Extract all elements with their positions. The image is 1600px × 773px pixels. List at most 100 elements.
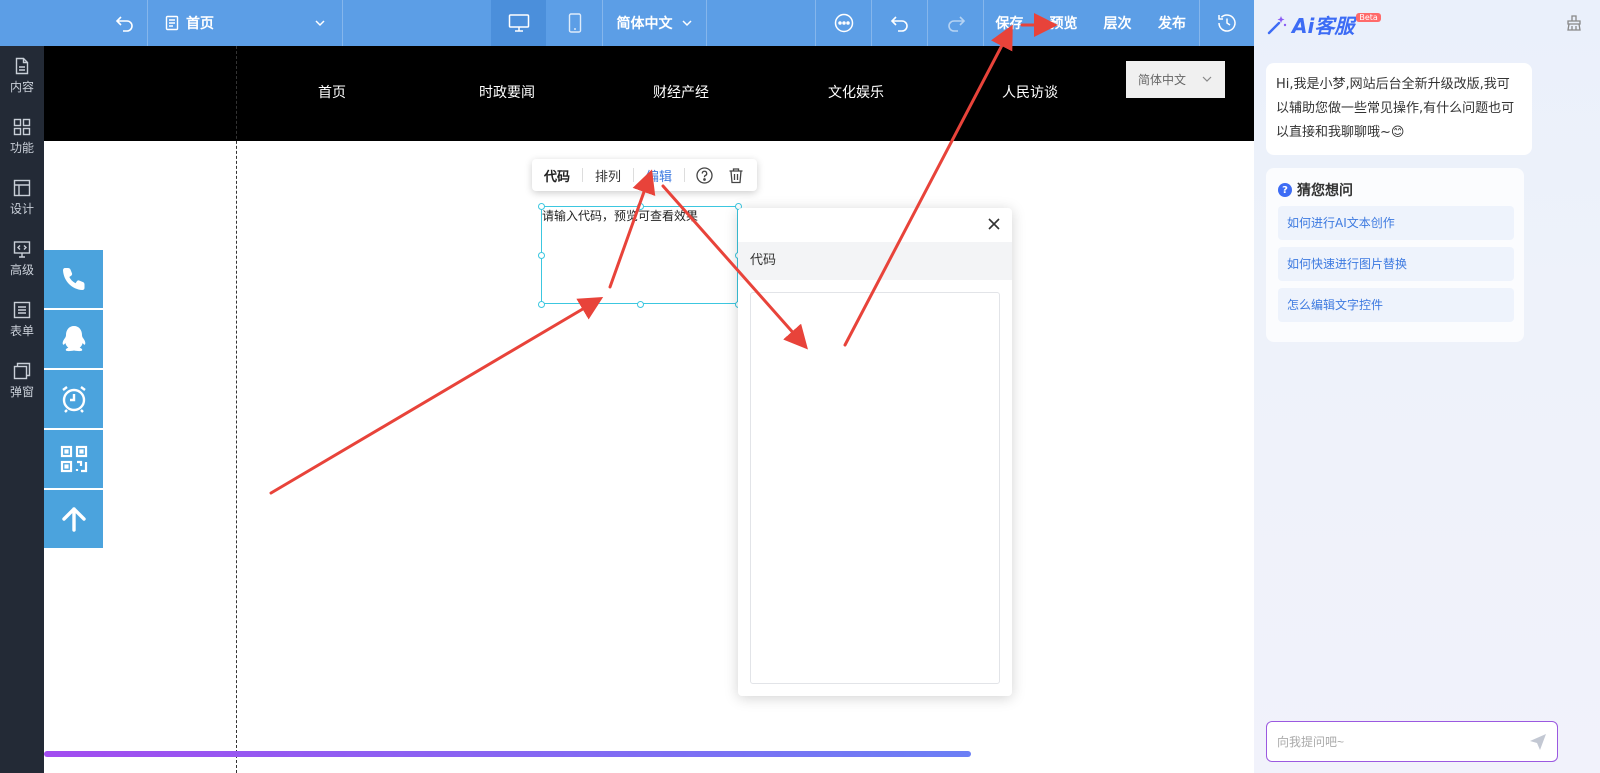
back-button[interactable] (104, 0, 146, 46)
magic-wand-icon (1267, 15, 1287, 34)
ai-brand: Ai客服 (1292, 14, 1355, 38)
sidebar-item-content[interactable]: 内容 (0, 46, 44, 106)
save-label: 保存 (995, 16, 1024, 32)
send-icon (1530, 734, 1546, 750)
ai-logo: Ai客服 Beta (1266, 10, 1381, 39)
preview-label: 预览 (1049, 16, 1078, 32)
layout-guide-line (236, 46, 237, 773)
code-panel-title: 代码 (738, 242, 1012, 280)
suggested-question[interactable]: 如何进行AI文本创作 (1278, 206, 1514, 240)
site-nav-culture[interactable]: 文化娱乐 (828, 82, 884, 102)
arrow-up-icon (61, 507, 86, 532)
history-icon (1218, 14, 1236, 32)
code-element-placeholder: 请输入代码，预览可查看效果 (542, 209, 699, 223)
question-mark-icon: ? (1278, 183, 1292, 197)
site-nav-politics[interactable]: 时政要闻 (479, 82, 535, 102)
document-icon (15, 57, 29, 75)
page-canvas[interactable]: 首页 时政要闻 财经产经 文化娱乐 人民访谈 简体中文 代码 排列 编辑 请输入… (44, 46, 1254, 773)
popup-icon (13, 362, 31, 380)
layout-icon (13, 179, 31, 197)
float-phone-button[interactable] (44, 250, 103, 308)
float-top-button[interactable] (44, 490, 103, 548)
preview-button[interactable]: 预览 (1037, 0, 1090, 46)
resize-handle[interactable] (637, 203, 644, 210)
site-nav-interviews[interactable]: 人民访谈 (1002, 82, 1058, 102)
trash-icon (729, 167, 743, 183)
left-sidebar: 内容 功能 设计 高级 表单 弹窗 (0, 46, 44, 773)
horizontal-scrollbar[interactable] (44, 751, 971, 757)
ai-assistant-panel: Ai客服 Beta Hi,我是小梦,网站后台全新升级改版,我可以辅助您做一些常见… (1254, 0, 1600, 773)
sidebar-item-functions[interactable]: 功能 (0, 107, 44, 167)
mobile-icon (568, 13, 581, 33)
qq-penguin-icon (62, 326, 85, 352)
suggested-question[interactable]: 怎么编辑文字控件 (1278, 288, 1514, 322)
chevron-down-icon (315, 20, 325, 27)
desktop-view-button[interactable] (491, 0, 546, 46)
page-selector[interactable]: 首页 (148, 0, 342, 46)
page-selector-label: 首页 (186, 16, 214, 32)
tab-edit[interactable]: 编辑 (646, 159, 672, 191)
code-element[interactable]: 请输入代码，预览可查看效果 (538, 203, 742, 308)
float-clock-button[interactable] (44, 370, 103, 428)
float-qrcode-button[interactable] (44, 430, 103, 488)
chevron-down-icon (681, 20, 692, 27)
more-button[interactable] (816, 0, 871, 46)
site-language-label: 简体中文 (1138, 73, 1187, 87)
resize-handle[interactable] (538, 301, 545, 308)
close-button[interactable] (988, 218, 1000, 234)
layers-button[interactable]: 层次 (1091, 0, 1144, 46)
sidebar-item-label: 表单 (9, 324, 34, 338)
resize-handle[interactable] (637, 301, 644, 308)
undo-icon (890, 16, 908, 32)
help-button[interactable] (696, 159, 713, 191)
chevron-down-icon (1202, 76, 1212, 82)
sidebar-item-label: 设计 (9, 202, 34, 216)
editor-toolbar: 首页 简体中文 保存 预览 层次 发布 (0, 0, 1254, 46)
sidebar-item-advanced[interactable]: 高级 (0, 229, 44, 289)
qr-code-icon (60, 445, 87, 473)
history-button[interactable] (1200, 0, 1254, 46)
more-icon (834, 13, 853, 33)
code-textarea[interactable] (750, 292, 1000, 684)
tab-arrange[interactable]: 排列 (595, 159, 621, 191)
sidebar-item-forms[interactable]: 表单 (0, 290, 44, 350)
alarm-clock-icon (61, 386, 86, 413)
site-nav-finance[interactable]: 财经产经 (653, 82, 709, 102)
sidebar-item-label: 内容 (9, 80, 34, 94)
layers-label: 层次 (1103, 16, 1132, 32)
publish-button[interactable]: 发布 (1145, 0, 1199, 46)
suggested-questions-header: ? 猜您想问 (1278, 180, 1353, 200)
help-icon (696, 166, 713, 184)
resize-handle[interactable] (538, 203, 545, 210)
delete-button[interactable] (728, 159, 744, 191)
undo-button[interactable] (872, 0, 927, 46)
mobile-view-button[interactable] (547, 0, 602, 46)
sidebar-item-label: 功能 (9, 141, 34, 155)
redo-icon (947, 16, 965, 32)
ai-input-box (1266, 721, 1558, 762)
sidebar-item-design[interactable]: 设计 (0, 168, 44, 228)
float-qq-button[interactable] (44, 310, 103, 368)
beta-badge: Beta (1356, 13, 1381, 22)
element-toolbar: 代码 排列 编辑 (532, 159, 757, 191)
suggested-questions: ? 猜您想问 如何进行AI文本创作 如何快速进行图片替换 怎么编辑文字控件 (1266, 168, 1524, 342)
site-header: 首页 时政要闻 财经产经 文化娱乐 人民访谈 简体中文 (44, 46, 1254, 141)
sidebar-item-label: 高级 (9, 263, 34, 277)
clear-chat-button[interactable] (1566, 15, 1582, 35)
broom-icon (1567, 15, 1581, 31)
site-nav-home[interactable]: 首页 (318, 82, 346, 102)
ai-greeting-message: Hi,我是小梦,网站后台全新升级改版,我可以辅助您做一些常见操作,有什么问题也可… (1266, 63, 1532, 155)
language-switcher[interactable]: 简体中文 (603, 0, 706, 46)
code-monitor-icon (13, 241, 31, 258)
site-language-select[interactable]: 简体中文 (1126, 61, 1225, 98)
save-button[interactable]: 保存 (984, 0, 1035, 46)
suggested-question[interactable]: 如何快速进行图片替换 (1278, 247, 1514, 281)
send-button[interactable] (1529, 733, 1547, 755)
grid-icon (13, 118, 31, 136)
undo-arrow-icon (115, 16, 133, 32)
redo-button[interactable] (928, 0, 983, 46)
ai-question-input[interactable] (1277, 731, 1517, 753)
tab-code[interactable]: 代码 (544, 159, 570, 191)
sidebar-item-popups[interactable]: 弹窗 (0, 351, 44, 411)
resize-handle[interactable] (538, 252, 545, 259)
